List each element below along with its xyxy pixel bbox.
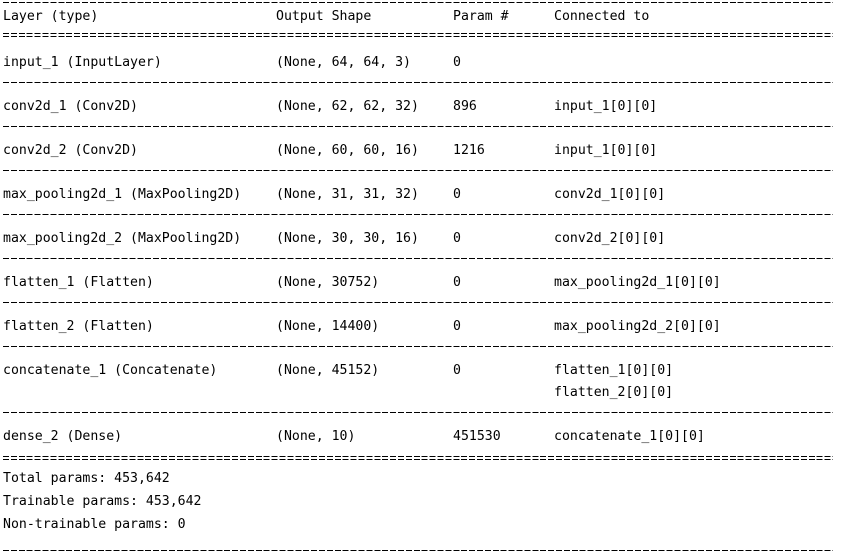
separator-dashed-bottom [3,550,833,551]
cell-param-count: 0 [453,363,461,378]
cell-connected-to: concatenate_1[0][0] [554,429,705,444]
cell-connected-to: max_pooling2d_2[0][0] [554,319,721,334]
non-trainable-params-label: Non-trainable params: 0 [3,517,186,532]
cell-param-count: 0 [453,55,461,70]
separator-double-footer [3,456,833,460]
cell-param-count: 896 [453,99,477,114]
table-row: dense_2 (Dense) (None, 10) 451530 concat… [0,426,841,448]
cell-connected-to: flatten_1[0][0] [554,363,674,378]
separator-dashed [3,170,833,171]
table-row: max_pooling2d_2 (MaxPooling2D) (None, 30… [0,228,841,250]
column-header-connected-to: Connected to [554,9,650,24]
cell-layer-name: conv2d_1 (Conv2D) [3,99,138,114]
cell-output-shape: (None, 45152) [276,363,380,378]
separator-dashed-top [3,2,833,3]
cell-param-count: 1216 [453,143,485,158]
table-row: conv2d_2 (Conv2D) (None, 60, 60, 16) 121… [0,140,841,162]
table-row: conv2d_1 (Conv2D) (None, 62, 62, 32) 896… [0,96,841,118]
cell-param-count: 451530 [453,429,501,444]
cell-layer-name: flatten_2 (Flatten) [3,319,154,334]
separator-dashed [3,82,833,83]
separator-dashed [3,126,833,127]
table-row: flatten_1 (Flatten) (None, 30752) 0 max_… [0,272,841,294]
cell-param-count: 0 [453,231,461,246]
cell-param-count: 0 [453,275,461,290]
table-row: input_1 (InputLayer) (None, 64, 64, 3) 0 [0,52,841,74]
cell-layer-name: max_pooling2d_2 (MaxPooling2D) [3,231,242,246]
separator-dashed [3,302,833,303]
cell-output-shape: (None, 30, 30, 16) [276,231,419,246]
cell-connected-to: max_pooling2d_1[0][0] [554,275,721,290]
cell-connected-to-secondary: flatten_2[0][0] [554,385,674,400]
cell-layer-name: input_1 (InputLayer) [3,55,162,70]
table-row: concatenate_1 (Concatenate) (None, 45152… [0,360,841,382]
cell-layer-name: concatenate_1 (Concatenate) [3,363,218,378]
cell-layer-name: conv2d_2 (Conv2D) [3,143,138,158]
separator-double-header [3,33,833,37]
table-row: flatten_2 (Flatten) (None, 14400) 0 max_… [0,316,841,338]
cell-connected-to: input_1[0][0] [554,99,658,114]
cell-layer-name: max_pooling2d_1 (MaxPooling2D) [3,187,242,202]
cell-connected-to: conv2d_1[0][0] [554,187,666,202]
separator-dashed [3,346,833,347]
cell-output-shape: (None, 62, 62, 32) [276,99,419,114]
model-summary-output: Layer (type) Output Shape Param # Connec… [0,0,841,560]
cell-layer-name: dense_2 (Dense) [3,429,123,444]
cell-connected-to: conv2d_2[0][0] [554,231,666,246]
table-row: max_pooling2d_1 (MaxPooling2D) (None, 31… [0,184,841,206]
cell-output-shape: (None, 31, 31, 32) [276,187,419,202]
cell-output-shape: (None, 10) [276,429,356,444]
cell-output-shape: (None, 14400) [276,319,380,334]
cell-output-shape: (None, 30752) [276,275,380,290]
column-header-param-count: Param # [453,9,509,24]
cell-param-count: 0 [453,187,461,202]
cell-layer-name: flatten_1 (Flatten) [3,275,154,290]
column-header-layer: Layer (type) [3,9,99,24]
separator-dashed [3,214,833,215]
cell-connected-to: input_1[0][0] [554,143,658,158]
separator-dashed [3,412,833,413]
cell-output-shape: (None, 60, 60, 16) [276,143,419,158]
trainable-params-label: Trainable params: 453,642 [3,494,202,509]
separator-dashed [3,258,833,259]
cell-param-count: 0 [453,319,461,334]
column-header-output-shape: Output Shape [276,9,372,24]
total-params-label: Total params: 453,642 [3,471,170,486]
cell-output-shape: (None, 64, 64, 3) [276,55,411,70]
table-row-continuation: flatten_2[0][0] [0,382,841,404]
table-header-row: Layer (type) Output Shape Param # Connec… [0,6,841,28]
